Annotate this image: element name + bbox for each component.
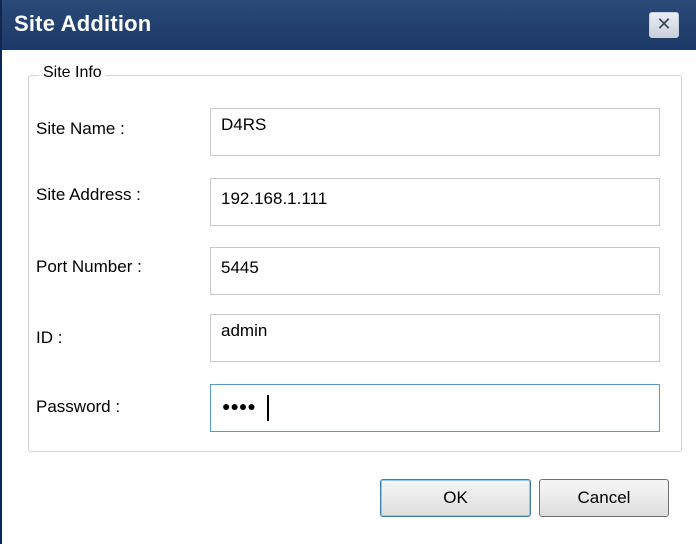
password-label: Password : (36, 397, 121, 416)
close-button[interactable]: ✕ (649, 12, 679, 38)
site-address-label: Site Address : (36, 185, 141, 204)
window-title: Site Addition (14, 11, 152, 36)
cancel-button[interactable]: Cancel (539, 479, 669, 517)
port-number-value: 5445 (221, 258, 259, 277)
group-legend: Site Info (39, 64, 106, 82)
close-icon: ✕ (656, 14, 672, 34)
site-addition-dialog: Site Addition ✕ Site Info Site Name : D4… (0, 0, 696, 544)
password-field[interactable]: ●●●● (210, 384, 660, 432)
site-name-field[interactable]: D4RS (210, 108, 660, 156)
text-cursor (267, 395, 269, 421)
ok-button[interactable]: OK (380, 479, 531, 517)
port-number-field[interactable]: 5445 (210, 247, 660, 295)
id-field[interactable]: admin (210, 314, 660, 362)
site-address-value: 192.168.1.111 (221, 189, 328, 208)
site-address-field[interactable]: 192.168.1.111 (210, 178, 660, 226)
port-number-label: Port Number : (36, 257, 142, 276)
title-bar[interactable]: Site Addition ✕ (2, 0, 696, 50)
id-value: admin (221, 321, 268, 340)
site-name-value: D4RS (221, 115, 267, 134)
id-label: ID : (36, 328, 63, 347)
site-name-label: Site Name : (36, 119, 125, 138)
password-mask: ●●●● (222, 398, 256, 414)
